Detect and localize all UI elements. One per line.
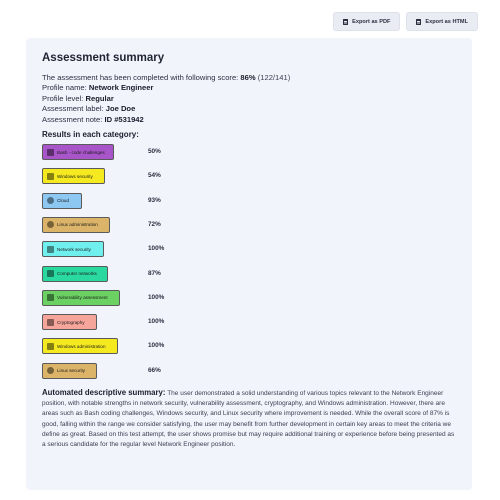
file-icon <box>416 18 422 25</box>
network-icon <box>47 270 54 278</box>
assessment-note-label: Assessment note: <box>42 114 103 124</box>
profile-name-value: Network Engineer <box>88 83 154 93</box>
category-row: Bash - code challenges 50% <box>42 142 456 166</box>
export-html-button[interactable]: Export as HTML <box>406 12 478 31</box>
assessment-note-line: Assessment note: ID #531942 <box>42 115 456 125</box>
category-row: Vulnerability assessment 100% <box>42 288 456 312</box>
category-label: Windows administration <box>57 343 106 349</box>
assessment-label-label: Assessment label: <box>42 104 104 114</box>
export-toolbar: Export as PDF Export as HTML <box>333 12 478 31</box>
monitor-icon <box>47 172 54 180</box>
category-tag: Network security <box>42 241 104 258</box>
page-title: Assessment summary <box>42 52 165 64</box>
category-tag: Vulnerability assessment <box>42 289 120 306</box>
category-label: Cloud <box>57 198 70 204</box>
profile-name-label: Profile name: <box>42 83 87 93</box>
assessment-note-value: ID #531942 <box>104 114 144 124</box>
cloud-icon <box>47 197 54 205</box>
category-percent: 66% <box>148 366 161 374</box>
category-row: Windows administration 100% <box>42 336 456 360</box>
score-raw: (122/141) <box>257 73 291 82</box>
category-label: Vulnerability assessment <box>57 295 108 301</box>
category-tag: Windows administration <box>42 338 118 355</box>
key-icon <box>47 318 54 326</box>
shield-icon <box>47 294 54 302</box>
category-label: Network security <box>57 246 91 252</box>
category-tag: Computer networks <box>42 265 108 282</box>
category-label: Linux administration <box>57 222 98 228</box>
assessment-summary-panel: Assessment summary The assessment has be… <box>26 38 472 490</box>
category-percent: 100% <box>148 293 165 301</box>
category-tag: Linux security <box>42 362 97 379</box>
export-pdf-label: Export as PDF <box>352 18 391 25</box>
category-row: Computer networks 87% <box>42 264 456 288</box>
category-row: Linux security 66% <box>42 361 456 385</box>
monitor-icon <box>47 342 54 350</box>
category-row: Network security 100% <box>42 239 456 263</box>
category-label: Linux security <box>57 368 86 374</box>
category-row: Cloud 93% <box>42 191 456 215</box>
export-pdf-button[interactable]: Export as PDF <box>333 12 401 31</box>
score-percent: 86% <box>240 73 256 82</box>
category-tag: Windows security <box>42 168 105 185</box>
category-percent: 87% <box>148 269 161 277</box>
category-row: Linux administration 72% <box>42 215 456 239</box>
score-line: The assessment has been completed with f… <box>42 73 456 83</box>
category-label: Windows security <box>57 173 93 179</box>
descriptive-summary: Automated descriptive summary: The user … <box>42 388 455 449</box>
descriptive-summary-text: The user demonstrated a solid understand… <box>42 390 455 449</box>
category-percent: 72% <box>148 220 161 228</box>
category-row: Cryptography 100% <box>42 312 456 336</box>
category-percent: 100% <box>148 342 165 350</box>
category-percent: 93% <box>148 196 161 204</box>
category-row: Windows security 54% <box>42 166 456 190</box>
export-html-label: Export as HTML <box>425 18 468 25</box>
category-tag: Linux administration <box>42 216 110 233</box>
category-tag: Bash - code challenges <box>42 144 114 161</box>
profile-level-value: Regular <box>85 93 114 103</box>
assessment-label-value: Joe Doe <box>105 104 136 114</box>
category-tag: Cloud <box>42 192 82 209</box>
penguin-icon <box>47 367 54 375</box>
category-percent: 100% <box>148 245 165 253</box>
penguin-icon <box>47 221 54 229</box>
file-icon <box>343 18 349 25</box>
category-tag: Cryptography <box>42 314 97 331</box>
category-results-list: Bash - code challenges 50% Windows secur… <box>42 142 456 385</box>
category-label: Cryptography <box>57 319 85 325</box>
profile-level-label: Profile level: <box>42 93 84 103</box>
category-percent: 100% <box>148 318 165 326</box>
completed-text: The assessment has been completed with f… <box>42 73 239 82</box>
category-percent: 54% <box>148 172 161 180</box>
category-label: Bash - code challenges <box>57 149 105 155</box>
code-icon <box>47 148 54 156</box>
category-label: Computer networks <box>57 271 97 277</box>
category-percent: 50% <box>148 148 161 156</box>
descriptive-summary-heading: Automated descriptive summary <box>42 388 163 397</box>
results-heading: Results in each category: <box>42 130 139 140</box>
profile-name-line: Profile name: Network Engineer <box>42 83 456 93</box>
network-icon <box>47 245 54 253</box>
assessment-label-line: Assessment label: Joe Doe <box>42 104 456 114</box>
profile-level-line: Profile level: Regular <box>42 94 456 104</box>
